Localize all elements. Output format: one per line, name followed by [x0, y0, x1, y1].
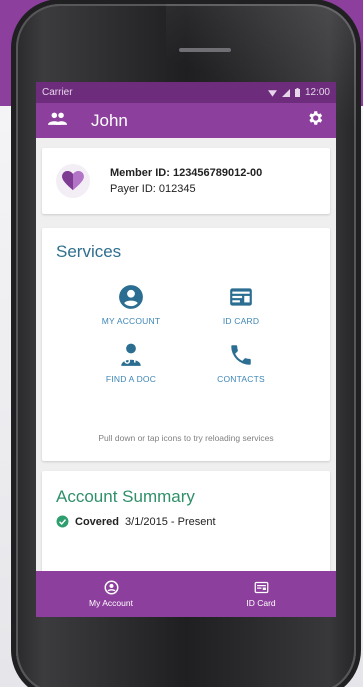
member-id: Member ID: 123456789012-00: [110, 167, 263, 179]
status-bar: Carrier 12:00: [36, 82, 336, 103]
bottom-navigation: My Account ID Card: [36, 571, 336, 617]
member-info: Member ID: 123456789012-00 Payer ID: 012…: [110, 165, 262, 197]
services-reload-hint: Pull down or tap icons to try reloading …: [98, 433, 274, 443]
account-summary-card[interactable]: Account Summary Covered 3/1/2015 - Prese…: [42, 471, 330, 581]
coverage-date-range: 3/1/2015 - Present: [125, 515, 216, 528]
user-name-title: John: [91, 110, 128, 130]
account-circle-icon: [104, 580, 118, 595]
battery-icon: [294, 88, 300, 97]
app-bar: John: [36, 103, 336, 138]
phone-speaker: [179, 48, 231, 52]
nav-id-card[interactable]: ID Card: [186, 571, 336, 617]
service-label: MY ACCOUNT: [101, 316, 161, 326]
service-label: CONTACTS: [217, 374, 265, 384]
wifi-icon: [267, 89, 277, 97]
member-card: Member ID: 123456789012-00 Payer ID: 012…: [42, 148, 330, 214]
service-my-account[interactable]: MY ACCOUNT: [76, 284, 186, 326]
coverage-status: Covered: [75, 515, 120, 528]
phone-screen: Carrier 12:00 John Member ID: 1234567890…: [36, 82, 336, 617]
coverage-row: Covered 3/1/2015 - Present: [56, 515, 316, 528]
services-grid: MY ACCOUNT ID CARD FIND A DOC CONTACTS: [42, 284, 330, 384]
check-circle-icon: [56, 515, 69, 528]
signal-icon: [281, 88, 290, 97]
payer-id: Payer ID: 012345: [110, 183, 196, 195]
people-icon[interactable]: [48, 112, 67, 130]
service-contacts[interactable]: CONTACTS: [186, 342, 296, 384]
account-circle-icon: [119, 285, 143, 309]
service-label: ID CARD: [222, 316, 260, 326]
service-find-a-doc[interactable]: FIND A DOC: [76, 342, 186, 384]
service-id-card[interactable]: ID CARD: [186, 284, 296, 326]
nav-label: My Account: [89, 598, 133, 608]
gear-icon[interactable]: [306, 109, 324, 132]
id-card-icon: [254, 581, 268, 594]
carrier-label: Carrier: [42, 87, 73, 98]
nav-label: ID Card: [246, 598, 276, 608]
service-label: FIND A DOC: [105, 374, 157, 384]
heart-logo-icon: [56, 164, 90, 198]
clock-label: 12:00: [304, 87, 330, 98]
id-card-icon: [230, 288, 252, 306]
doctor-icon: [121, 343, 141, 366]
services-title: Services: [56, 242, 122, 261]
status-icons: 12:00: [267, 87, 330, 98]
nav-my-account[interactable]: My Account: [36, 571, 186, 617]
services-card: Services MY ACCOUNT ID CARD FIND A DOC C…: [42, 228, 330, 461]
phone-icon: [231, 345, 251, 365]
account-summary-title: Account Summary: [56, 487, 195, 506]
